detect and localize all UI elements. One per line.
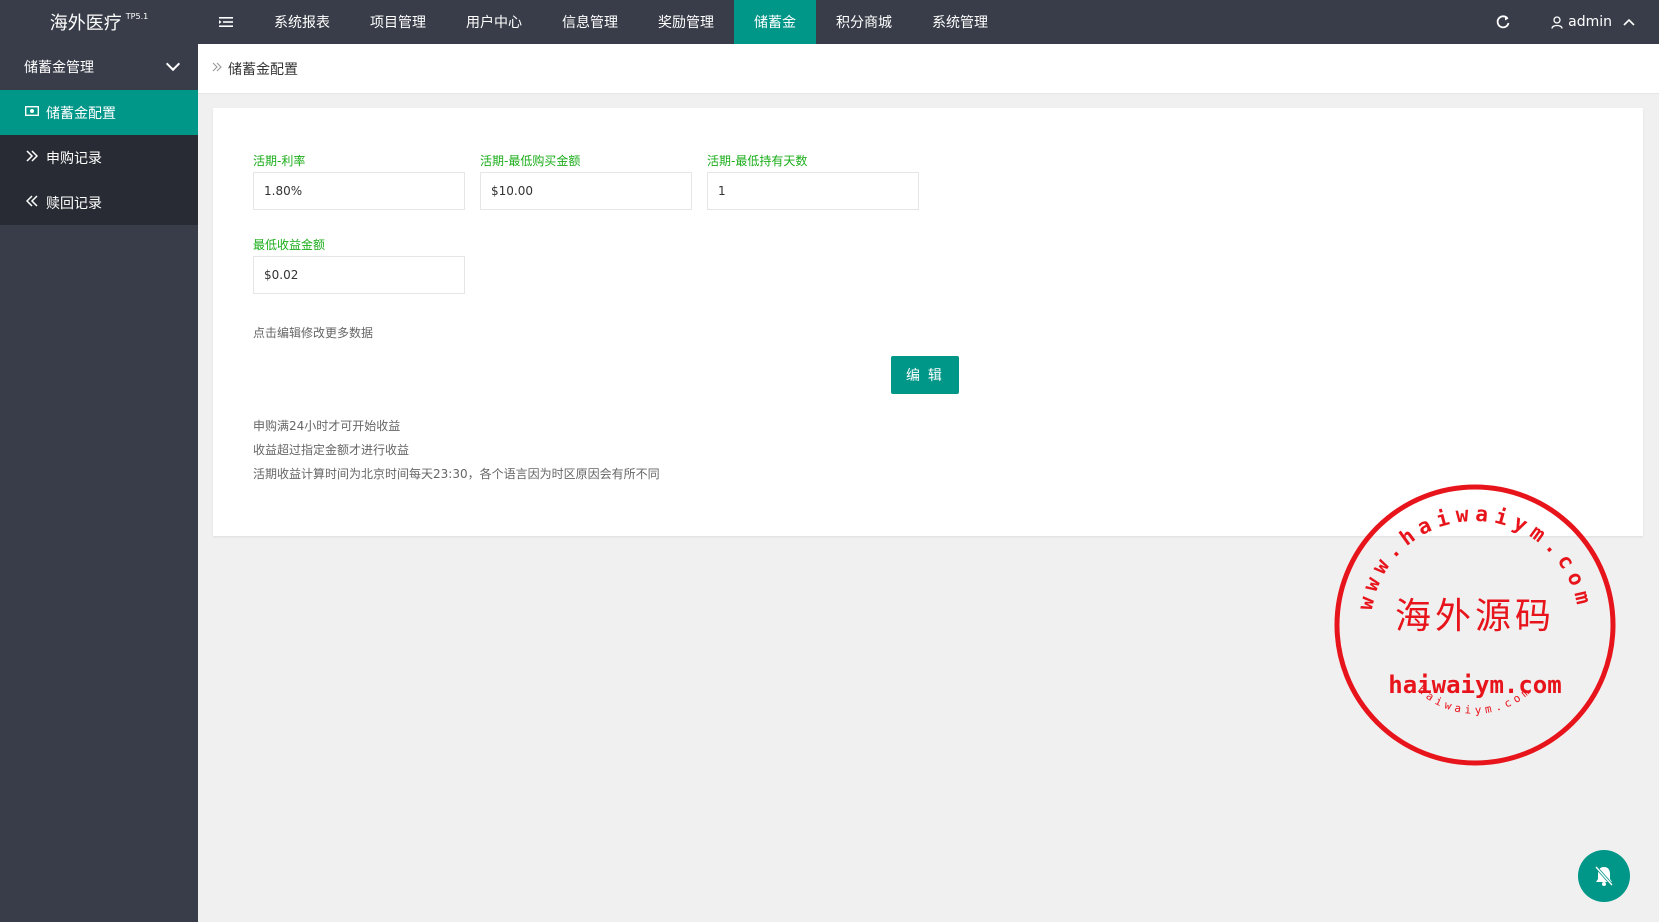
sidebar-toggle-icon[interactable]: [198, 0, 254, 44]
field-rate-label: 活期-利率: [253, 154, 306, 168]
bell-off-icon: [1594, 866, 1614, 886]
app-version: TP5.1: [125, 11, 149, 21]
sidebar-item-label: 申购记录: [46, 150, 102, 167]
field-min-days: 活期-最低持有天数 1: [707, 154, 919, 210]
nav-reward-management[interactable]: 奖励管理: [638, 0, 734, 44]
nav-system-management[interactable]: 系统管理: [912, 0, 1008, 44]
nav-savings[interactable]: 储蓄金: [734, 0, 816, 44]
min-earning-input[interactable]: $0.02: [253, 256, 465, 294]
user-menu[interactable]: admin: [1533, 0, 1659, 44]
stamp-domain-text: haiwaiym.com: [1388, 671, 1561, 699]
double-chevron-right-icon: [24, 149, 40, 166]
breadcrumb: 储蓄金配置: [198, 44, 1659, 94]
floating-action-button[interactable]: [1578, 850, 1630, 902]
notes: 申购满24小时才可开始收益 收益超过指定金额才进行收益 活期收益计算时间为北京时…: [253, 414, 660, 486]
sidebar-item-label: 赎回记录: [46, 195, 102, 212]
watermark-stamp: www.haiwaiym.com 海外源码 haiwaiym.com haiwa…: [1333, 483, 1617, 767]
sidebar-submenu: 储蓄金配置 申购记录 赎回记录: [0, 90, 198, 225]
sidebar-item-purchase-records[interactable]: 申购记录: [0, 135, 198, 180]
sidebar-group-savings[interactable]: 储蓄金管理: [0, 44, 198, 90]
edit-hint: 点击编辑修改更多数据: [253, 326, 374, 340]
breadcrumb-current[interactable]: 储蓄金配置: [228, 59, 298, 79]
field-min-earning-label: 最低收益金额: [253, 238, 326, 252]
nav-info-management[interactable]: 信息管理: [542, 0, 638, 44]
note-item: 收益超过指定金额才进行收益: [253, 443, 410, 457]
sidebar-item-savings-config[interactable]: 储蓄金配置: [0, 90, 198, 135]
app-logo[interactable]: 海外医疗 TP5.1: [0, 0, 198, 44]
min-purchase-input[interactable]: $10.00: [480, 172, 692, 210]
nav-system-report[interactable]: 系统报表: [254, 0, 350, 44]
app-title: 海外医疗: [49, 13, 122, 34]
nav-points-mall[interactable]: 积分商城: [816, 0, 912, 44]
money-icon: [24, 105, 40, 120]
note-item: 申购满24小时才可开始收益: [253, 419, 401, 433]
nav-project-management[interactable]: 项目管理: [350, 0, 446, 44]
sidebar-item-label: 储蓄金配置: [46, 105, 116, 122]
nav-user-center[interactable]: 用户中心: [446, 0, 542, 44]
refresh-icon[interactable]: [1473, 0, 1533, 44]
min-days-input[interactable]: 1: [707, 172, 919, 210]
double-chevron-left-icon: [24, 194, 40, 211]
rate-input[interactable]: 1.80%: [253, 172, 465, 210]
field-min-earning: 最低收益金额 $0.02: [253, 238, 465, 294]
field-min-purchase: 活期-最低购买金额 $10.00: [480, 154, 692, 210]
note-item: 活期收益计算时间为北京时间每天23:30，各个语言因为时区原因会有所不同: [253, 467, 660, 481]
field-min-purchase-label: 活期-最低购买金额: [480, 154, 581, 168]
config-panel: 活期-利率 1.80% 活期-最低购买金额 $10.00 活期-最低持有天数 1…: [213, 108, 1643, 536]
field-rate: 活期-利率 1.80%: [253, 154, 465, 210]
chevron-up-icon: [1623, 18, 1635, 26]
edit-button[interactable]: 编 辑: [891, 356, 959, 394]
stamp-center-text: 海外源码: [1395, 596, 1555, 637]
sidebar: 储蓄金管理 储蓄金配置 申购记录 赎回记录: [0, 44, 198, 922]
top-navbar: 海外医疗 TP5.1 系统报表 项目管理 用户中心 信息管理 奖励管理 储蓄金 …: [0, 0, 1659, 44]
main-nav: 系统报表 项目管理 用户中心 信息管理 奖励管理 储蓄金 积分商城 系统管理: [198, 0, 1008, 44]
double-chevron-right-icon: [212, 61, 222, 76]
top-right-tools: admin: [1473, 0, 1659, 44]
field-min-days-label: 活期-最低持有天数: [707, 154, 808, 168]
chevron-down-icon: [165, 56, 181, 72]
username: admin: [1568, 14, 1612, 30]
sidebar-item-redeem-records[interactable]: 赎回记录: [0, 180, 198, 225]
sidebar-group-label: 储蓄金管理: [24, 60, 94, 76]
user-icon: [1551, 15, 1563, 29]
